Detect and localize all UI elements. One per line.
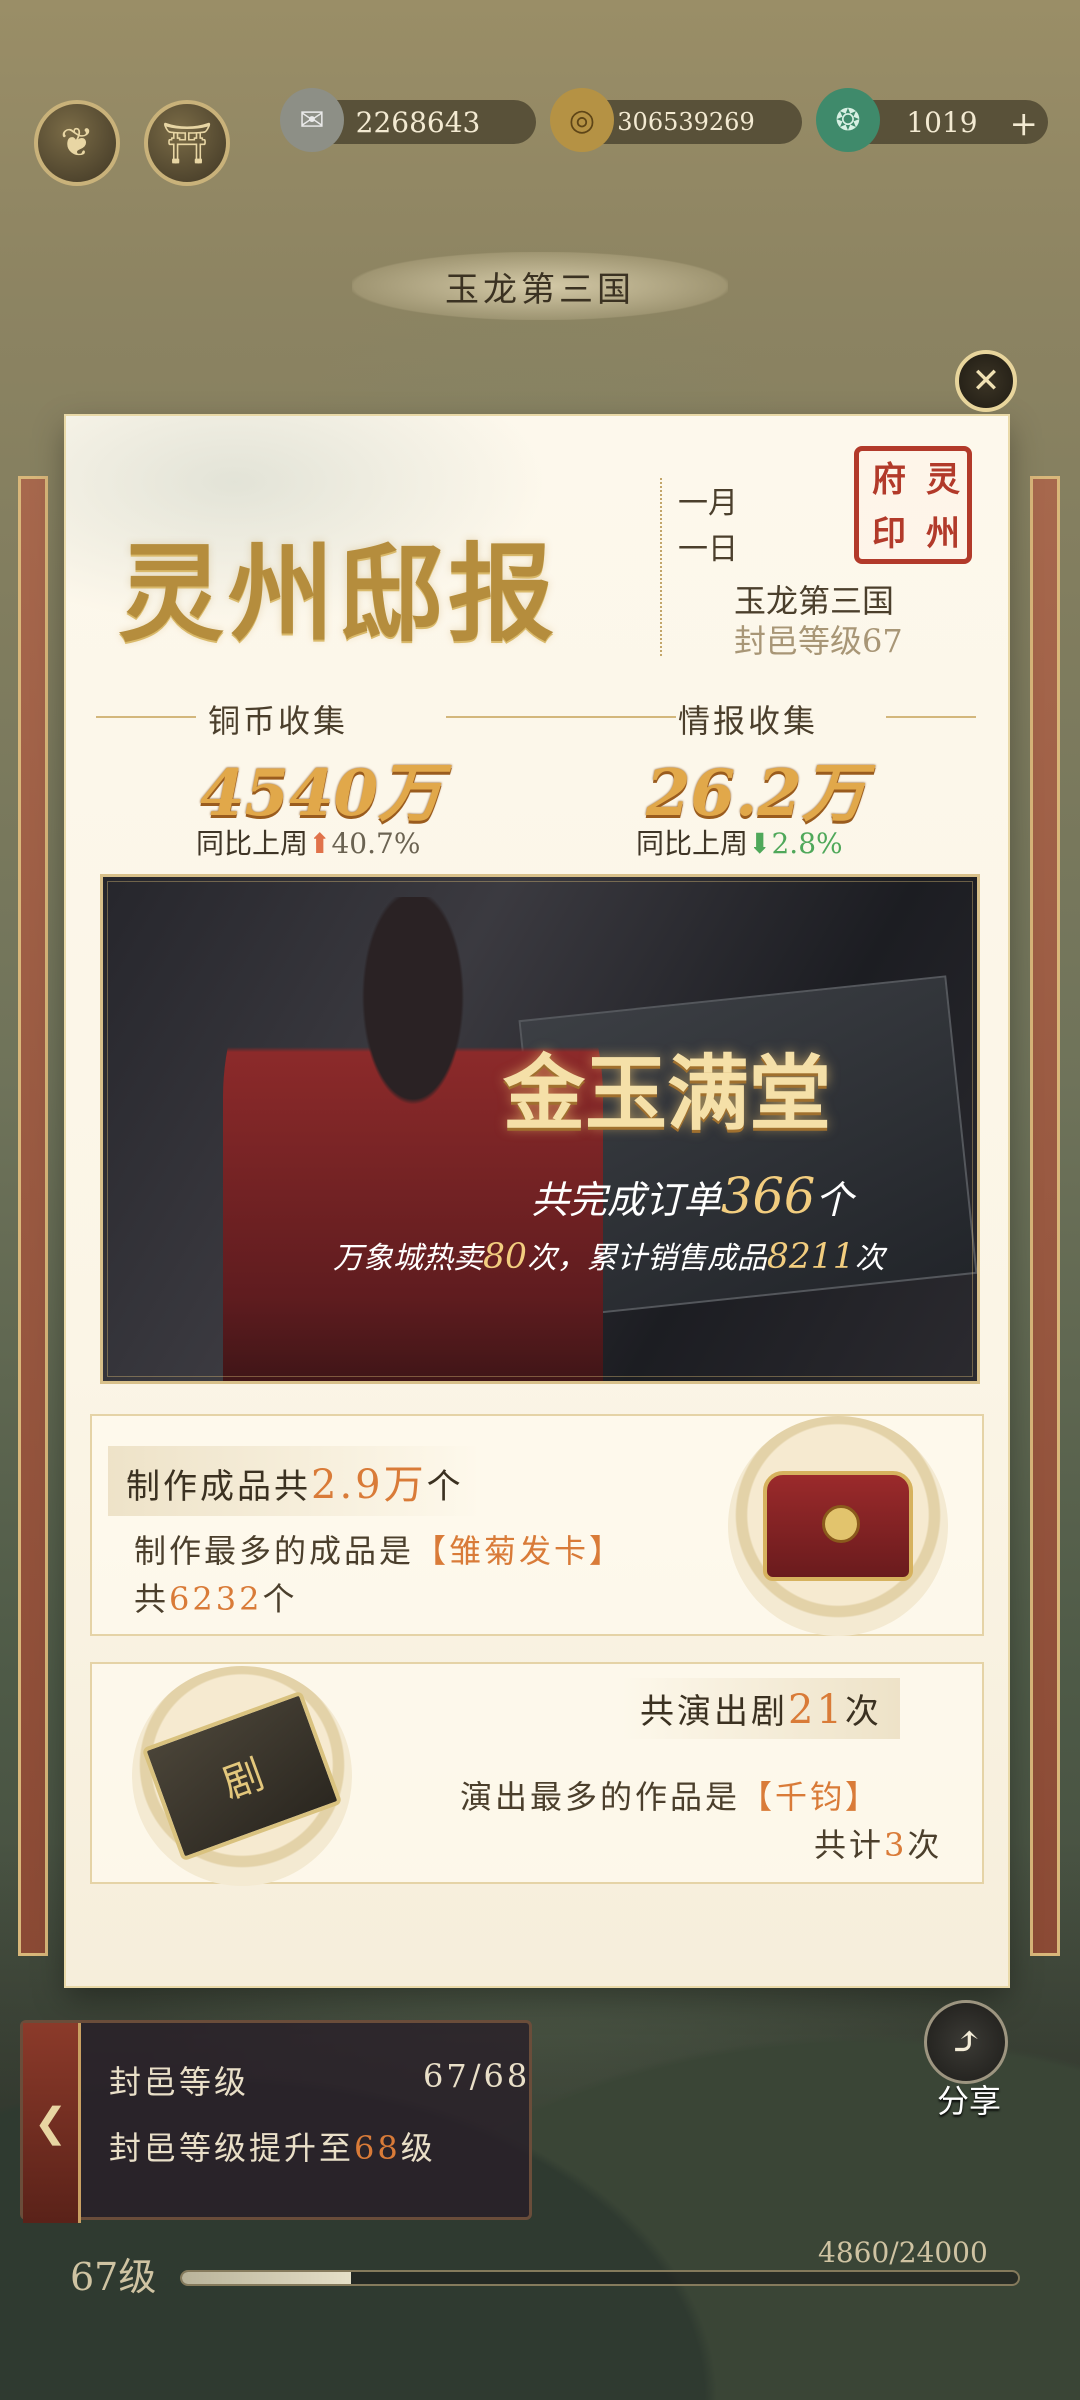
- copper-value: 4540万: [200, 756, 443, 831]
- drama-title: 共演出剧21次: [622, 1678, 900, 1739]
- arrow-left-icon: ❮: [33, 2100, 68, 2146]
- pavilion-icon: ⛩: [161, 120, 213, 167]
- resource-jade[interactable]: ❂ 1019 +: [816, 88, 1048, 152]
- fief-upgrade-task[interactable]: 封邑等级提升至68级: [109, 2123, 436, 2169]
- copper-compare: 同比上周⬆40.7%: [196, 827, 421, 860]
- player-level: 67级: [70, 2255, 157, 2299]
- drama-panel: 剧 共演出剧21次 演出最多的作品是【千钧】 共计3次: [90, 1662, 984, 1886]
- sales-banner: 金玉满堂 共完成订单366个 万象城热卖80次，累计销售成品8211次: [100, 874, 980, 1384]
- share-button[interactable]: ⤴: [924, 2000, 1008, 2084]
- drama-count: 共计3次: [814, 1826, 943, 1864]
- close-button[interactable]: ✕: [955, 350, 1017, 412]
- script-book-icon: 剧: [141, 1690, 343, 1862]
- intel-value: 26.2万: [646, 756, 866, 831]
- report-card: 灵州邸报 一月 一日 灵州 府印 玉龙第三国 封邑等级67 铜币收集 4540万…: [66, 416, 1008, 1986]
- script-book-image: 剧: [132, 1666, 352, 1886]
- resource-value: 306539269: [617, 108, 755, 136]
- intel-compare: 同比上周⬇2.8%: [636, 827, 843, 860]
- collapse-panel-button[interactable]: ❮: [23, 2023, 81, 2223]
- intel-label: 情报收集: [678, 702, 819, 740]
- fief-level-panel: ❮ 封邑等级 67/68 封邑等级提升至68级: [20, 2020, 532, 2223]
- date-day: 一日: [678, 532, 738, 567]
- date-divider: [660, 478, 662, 656]
- fief-level-value: 67/68: [423, 2057, 531, 2095]
- frame-right: [1030, 476, 1060, 1956]
- share-label: 分享: [936, 2082, 1001, 2120]
- frame-left: [18, 476, 48, 1956]
- add-jade-button[interactable]: +: [1010, 104, 1039, 144]
- fief-level-label: 封邑等级: [109, 2063, 250, 2101]
- drama-most: 演出最多的作品是【千钧】: [460, 1778, 881, 1816]
- pavilion-menu-button[interactable]: ⛩: [144, 100, 230, 186]
- resource-value: 2268643: [355, 105, 481, 139]
- craft-title: 制作成品共2.9万个: [108, 1446, 482, 1516]
- fief-level: 封邑等级67: [734, 622, 903, 660]
- scroll-icon: ✉: [280, 88, 344, 152]
- report-title: 灵州邸报: [118, 531, 558, 656]
- page-title: 玉龙第三国: [352, 252, 728, 320]
- divider: [96, 716, 196, 718]
- copper-coin-icon: ◎: [550, 88, 614, 152]
- resource-copper[interactable]: ◎ 306539269: [550, 88, 802, 152]
- official-seal: 灵州 府印: [854, 446, 972, 564]
- leaf-icon: ❦: [60, 120, 94, 166]
- divider: [446, 716, 676, 718]
- treasure-chest-icon: [763, 1471, 913, 1581]
- banner-title: 金玉满堂: [503, 1046, 832, 1142]
- sales-summary: 万象城热卖80次，累计销售成品8211次: [333, 1237, 885, 1277]
- craft-count: 共6232个: [134, 1580, 298, 1618]
- date-month: 一月: [678, 486, 738, 521]
- hairpin-chest-image: [728, 1416, 948, 1636]
- close-icon: ✕: [971, 361, 1001, 401]
- xp-text: 4860/24000: [818, 2236, 988, 2269]
- craft-most: 制作最多的成品是【雏菊发卡】: [134, 1532, 625, 1570]
- resource-value: 1019: [906, 105, 978, 139]
- xp-progress-bar: [180, 2270, 1020, 2286]
- arrow-down-icon: ⬇: [748, 827, 772, 860]
- craft-panel: 制作成品共2.9万个 制作最多的成品是【雏菊发卡】 共6232个: [90, 1414, 984, 1636]
- orders-completed: 共完成订单366个: [531, 1167, 854, 1225]
- leaf-menu-button[interactable]: ❦: [34, 100, 120, 186]
- divider: [886, 716, 976, 718]
- copper-label: 铜币收集: [208, 702, 349, 740]
- arrow-up-icon: ⬆: [308, 827, 332, 860]
- share-icon: ⤴: [949, 2019, 983, 2065]
- jade-icon: ❂: [816, 88, 880, 152]
- resource-scroll[interactable]: ✉ 2268643: [280, 88, 536, 152]
- xp-progress-fill: [182, 2272, 352, 2284]
